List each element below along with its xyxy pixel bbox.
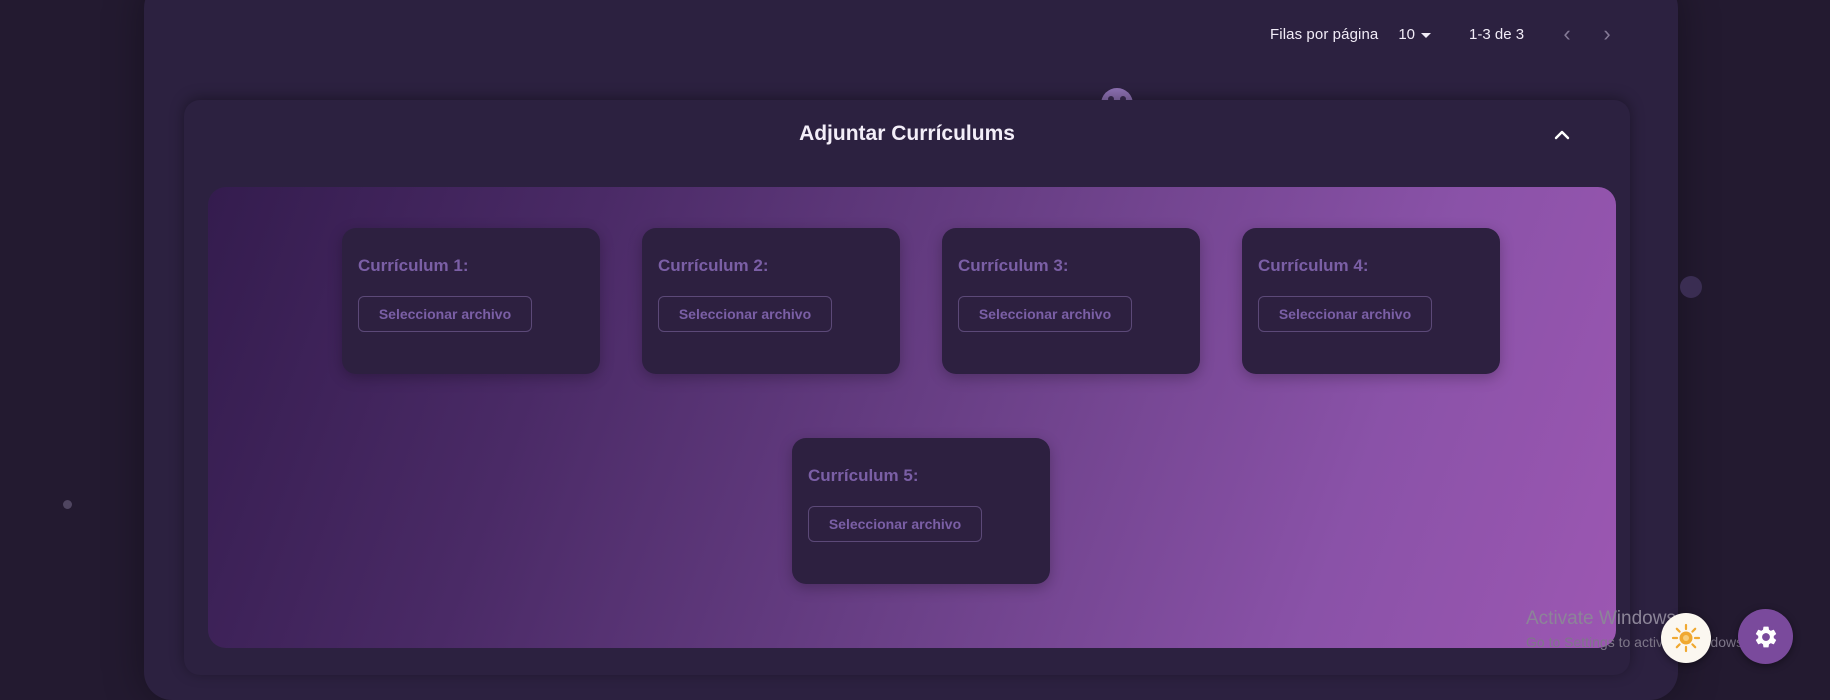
- decorative-dot: [63, 500, 72, 509]
- activation-watermark-subtitle: Go to Settings to activate Windows.: [1526, 634, 1747, 650]
- panel-header[interactable]: Adjuntar Currículums: [184, 100, 1630, 170]
- theme-toggle-button[interactable]: [1661, 613, 1711, 663]
- cv-card-3: Currículum 3: Seleccionar archivo: [942, 228, 1200, 374]
- decorative-dot: [1680, 276, 1702, 298]
- cv-label: Currículum 4:: [1258, 256, 1369, 275]
- chevron-up-icon[interactable]: [1550, 125, 1574, 145]
- rows-per-page-label: Filas por página: [1270, 25, 1379, 43]
- activation-watermark-title: Activate Windows: [1526, 608, 1676, 629]
- table-pagination: Filas por página 10 1-3 de 3 ‹ ›: [1270, 22, 1616, 46]
- select-file-button[interactable]: Seleccionar archivo: [658, 296, 832, 332]
- select-file-button[interactable]: Seleccionar archivo: [958, 296, 1132, 332]
- cv-label: Currículum 5:: [808, 466, 919, 485]
- rows-per-page-select[interactable]: 10: [1398, 25, 1432, 43]
- chevron-left-icon[interactable]: ‹: [1558, 22, 1576, 46]
- settings-button[interactable]: [1738, 609, 1793, 664]
- cv-label: Currículum 3:: [958, 256, 1069, 275]
- cv-card-5: Currículum 5: Seleccionar archivo: [792, 438, 1050, 584]
- select-file-button[interactable]: Seleccionar archivo: [358, 296, 532, 332]
- cv-label: Currículum 2:: [658, 256, 769, 275]
- select-file-button[interactable]: Seleccionar archivo: [1258, 296, 1432, 332]
- select-file-button[interactable]: Seleccionar archivo: [808, 506, 982, 542]
- cv-card-2: Currículum 2: Seleccionar archivo: [642, 228, 900, 374]
- cv-card-4: Currículum 4: Seleccionar archivo: [1242, 228, 1500, 374]
- sun-icon: [1671, 623, 1701, 653]
- attach-cv-panel: Adjuntar Currículums Currículum 1: Selec…: [184, 100, 1630, 675]
- rows-per-page-value: 10: [1398, 25, 1416, 43]
- cv-upload-area: Currículum 1: Seleccionar archivo Curríc…: [208, 187, 1616, 648]
- dropdown-caret-icon: [1421, 32, 1432, 38]
- pagination-range: 1-3 de 3: [1469, 25, 1525, 43]
- cv-card-1: Currículum 1: Seleccionar archivo: [342, 228, 600, 374]
- gear-icon: [1755, 626, 1776, 647]
- cv-label: Currículum 1:: [358, 256, 469, 275]
- chevron-right-icon[interactable]: ›: [1598, 22, 1616, 46]
- panel-title: Adjuntar Currículums: [799, 122, 1015, 145]
